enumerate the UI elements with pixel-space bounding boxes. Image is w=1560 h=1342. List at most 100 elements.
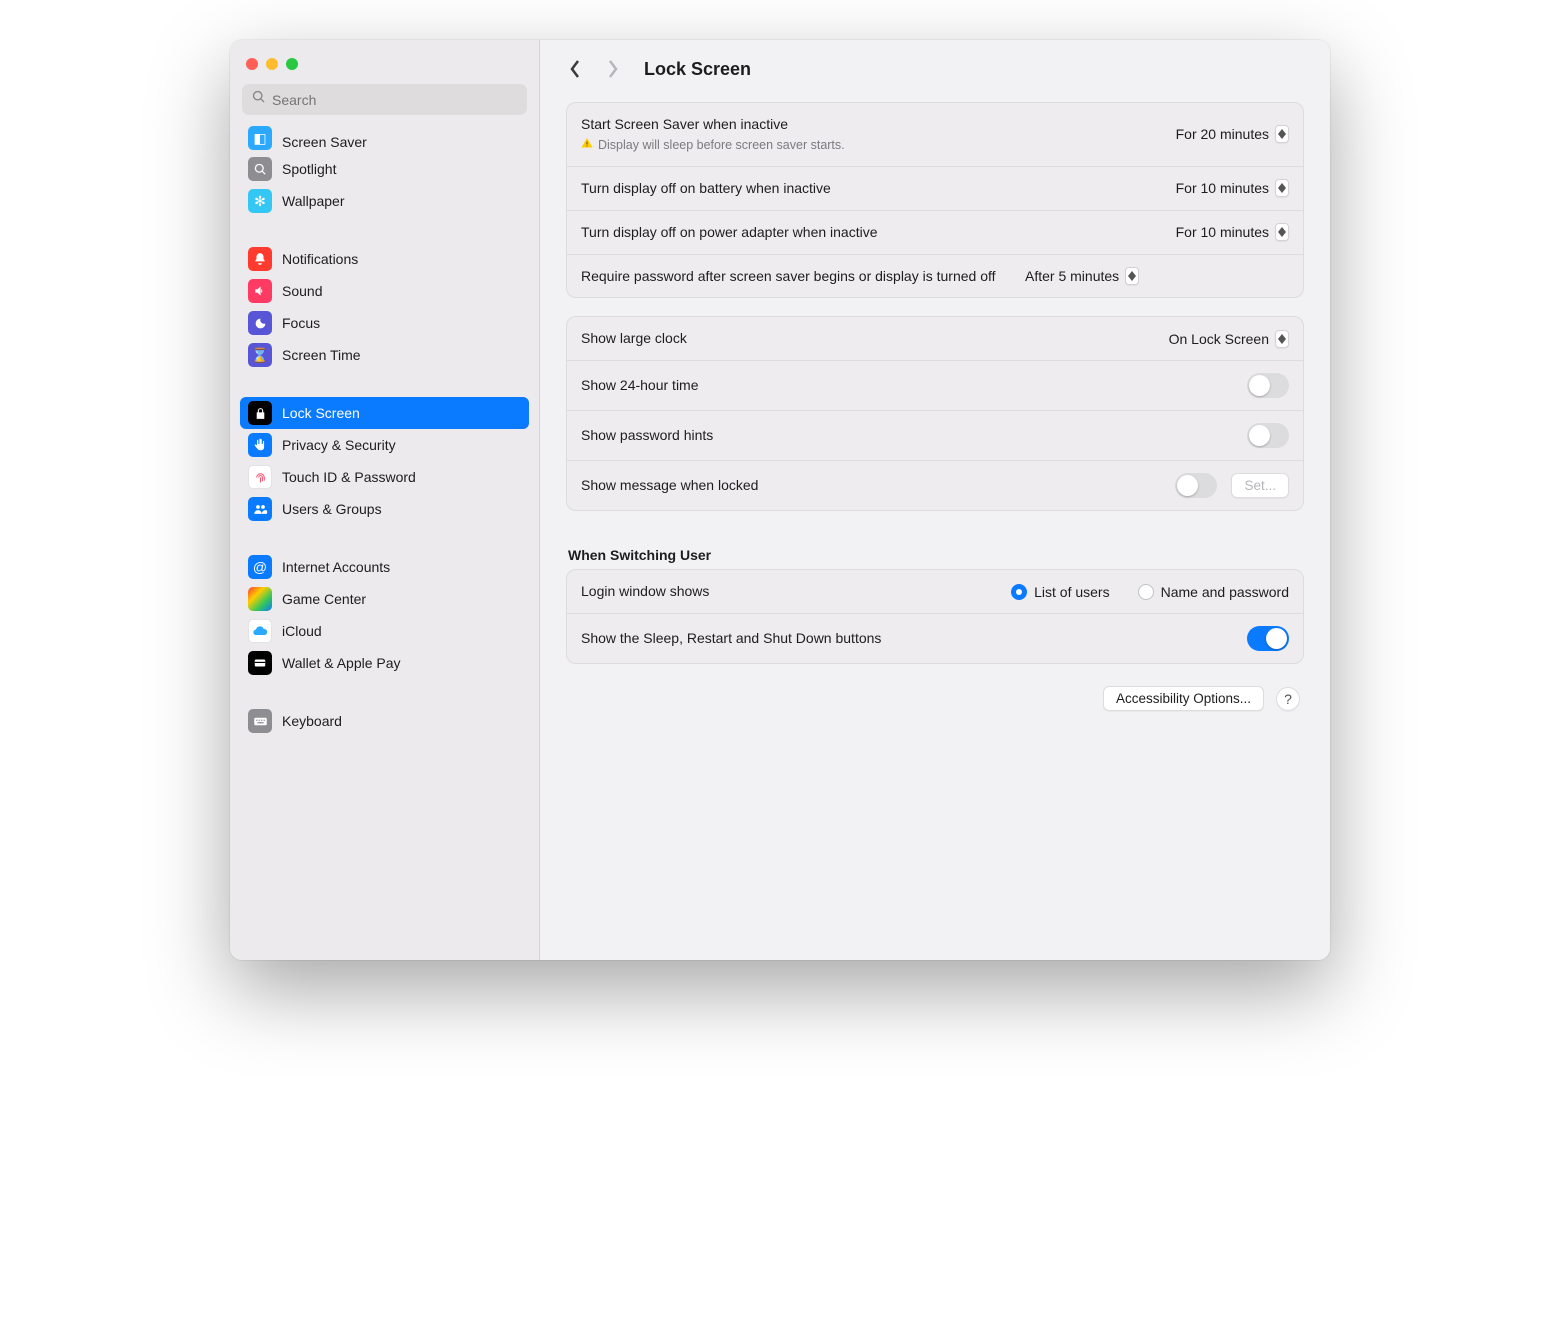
row-label: Show password hints: [581, 427, 713, 443]
screen-saver-popup[interactable]: For 20 minutes: [1176, 125, 1289, 143]
adapter-popup[interactable]: For 10 minutes: [1176, 223, 1289, 241]
popup-value: For 10 minutes: [1176, 224, 1269, 240]
battery-popup[interactable]: For 10 minutes: [1176, 179, 1289, 197]
radio-name-password[interactable]: Name and password: [1138, 584, 1289, 600]
sidebar-item-focus[interactable]: Focus: [240, 307, 529, 339]
toggle-lock-message[interactable]: [1175, 473, 1217, 498]
sidebar-item-screen-saver[interactable]: ◧ Screen Saver: [240, 121, 529, 153]
popup-stepper-icon: [1125, 267, 1139, 285]
popup-stepper-icon: [1275, 179, 1289, 197]
users-icon: [248, 497, 272, 521]
accessibility-options-button[interactable]: Accessibility Options...: [1103, 686, 1264, 711]
sidebar-item-wallpaper[interactable]: ✻ Wallpaper: [240, 185, 529, 217]
sidebar-item-lock-screen[interactable]: Lock Screen: [240, 397, 529, 429]
bell-icon: [248, 247, 272, 271]
row-label: Login window shows: [581, 583, 709, 599]
row-screen-saver: Start Screen Saver when inactive Display…: [567, 103, 1303, 166]
radio-icon: [1138, 584, 1154, 600]
row-require-password: Require password after screen saver begi…: [567, 254, 1303, 298]
sidebar-item-label: Internet Accounts: [282, 559, 390, 575]
keyboard-icon: [248, 709, 272, 733]
popup-stepper-icon: [1275, 125, 1289, 143]
row-large-clock: Show large clock On Lock Screen: [567, 317, 1303, 360]
sidebar-item-label: Wallet & Apple Pay: [282, 655, 401, 671]
search-icon: [252, 90, 272, 109]
sidebar-item-label: Screen Saver: [282, 134, 367, 150]
sidebar-item-label: Users & Groups: [282, 501, 382, 517]
sidebar-item-label: Privacy & Security: [282, 437, 396, 453]
toggle-24hour[interactable]: [1247, 373, 1289, 398]
content-body: Start Screen Saver when inactive Display…: [540, 94, 1330, 960]
forward-button[interactable]: [598, 54, 628, 84]
row-label: Turn display off on power adapter when i…: [581, 224, 878, 240]
row-label: Show 24-hour time: [581, 377, 699, 393]
toggle-password-hints[interactable]: [1247, 423, 1289, 448]
row-label: Show message when locked: [581, 477, 758, 493]
row-sleep-restart-buttons: Show the Sleep, Restart and Shut Down bu…: [567, 613, 1303, 663]
speaker-icon: [248, 279, 272, 303]
row-battery-display: Turn display off on battery when inactiv…: [567, 166, 1303, 210]
popup-value: After 5 minutes: [1025, 268, 1119, 284]
sidebar-item-icloud[interactable]: iCloud: [240, 615, 529, 647]
footer: Accessibility Options... ?: [566, 682, 1304, 715]
sidebar-item-screen-time[interactable]: ⌛ Screen Time: [240, 339, 529, 371]
help-button[interactable]: ?: [1276, 687, 1300, 711]
toggle-sleep-restart[interactable]: [1247, 626, 1289, 651]
game-center-icon: [248, 587, 272, 611]
radio-list-of-users[interactable]: List of users: [1011, 584, 1109, 600]
spotlight-icon: [248, 157, 272, 181]
wallpaper-icon: ✻: [248, 189, 272, 213]
row-adapter-display: Turn display off on power adapter when i…: [567, 210, 1303, 254]
lock-icon: [248, 401, 272, 425]
sidebar-item-spotlight[interactable]: Spotlight: [240, 153, 529, 185]
sidebar-item-game-center[interactable]: Game Center: [240, 583, 529, 615]
popup-stepper-icon: [1275, 330, 1289, 348]
sidebar-item-label: iCloud: [282, 623, 322, 639]
close-window-button[interactable]: [246, 58, 258, 70]
hand-icon: [248, 433, 272, 457]
password-popup[interactable]: After 5 minutes: [1025, 267, 1139, 285]
popup-value: For 10 minutes: [1176, 180, 1269, 196]
sidebar-item-notifications[interactable]: Notifications: [240, 243, 529, 275]
radio-label: List of users: [1034, 584, 1109, 600]
sidebar-item-label: Lock Screen: [282, 405, 360, 421]
switching-user-panel: Login window shows List of users Name an…: [566, 569, 1304, 664]
sidebar-item-label: Keyboard: [282, 713, 342, 729]
radio-label: Name and password: [1161, 584, 1289, 600]
sidebar-item-label: Spotlight: [282, 161, 336, 177]
sidebar-item-label: Notifications: [282, 251, 358, 267]
inactivity-panel: Start Screen Saver when inactive Display…: [566, 102, 1304, 298]
minimize-window-button[interactable]: [266, 58, 278, 70]
sidebar-list[interactable]: ◧ Screen Saver Spotlight ✻ Wallpaper: [230, 121, 539, 960]
row-label: Turn display off on battery when inactiv…: [581, 180, 831, 196]
warning-icon: [581, 137, 593, 154]
sidebar-item-label: Focus: [282, 315, 320, 331]
set-message-button[interactable]: Set...: [1231, 473, 1289, 498]
cloud-icon: [248, 619, 272, 643]
row-label: Show large clock: [581, 330, 687, 346]
row-lock-message: Show message when locked Set...: [567, 460, 1303, 510]
switching-user-heading: When Switching User: [566, 529, 1304, 569]
screensaver-icon: ◧: [248, 126, 272, 150]
back-button[interactable]: [560, 54, 590, 84]
zoom-window-button[interactable]: [286, 58, 298, 70]
sidebar-item-label: Sound: [282, 283, 322, 299]
sidebar-item-label: Game Center: [282, 591, 366, 607]
clock-popup[interactable]: On Lock Screen: [1169, 330, 1289, 348]
sidebar-item-touch-id[interactable]: Touch ID & Password: [240, 461, 529, 493]
sidebar-item-label: Screen Time: [282, 347, 361, 363]
sidebar-item-label: Wallpaper: [282, 193, 345, 209]
display-panel: Show large clock On Lock Screen Show 24-…: [566, 316, 1304, 511]
search-input[interactable]: [272, 92, 517, 108]
sidebar-item-privacy-security[interactable]: Privacy & Security: [240, 429, 529, 461]
popup-value: For 20 minutes: [1176, 126, 1269, 142]
content-header: Lock Screen: [540, 40, 1330, 94]
sidebar-item-keyboard[interactable]: Keyboard: [240, 705, 529, 737]
sidebar-item-internet-accounts[interactable]: @ Internet Accounts: [240, 551, 529, 583]
sidebar-item-sound[interactable]: Sound: [240, 275, 529, 307]
content-area: Lock Screen Start Screen Saver when inac…: [540, 40, 1330, 960]
row-label: Show the Sleep, Restart and Shut Down bu…: [581, 630, 881, 646]
sidebar-item-wallet-apple-pay[interactable]: Wallet & Apple Pay: [240, 647, 529, 679]
search-field[interactable]: [242, 84, 527, 115]
sidebar-item-users-groups[interactable]: Users & Groups: [240, 493, 529, 525]
